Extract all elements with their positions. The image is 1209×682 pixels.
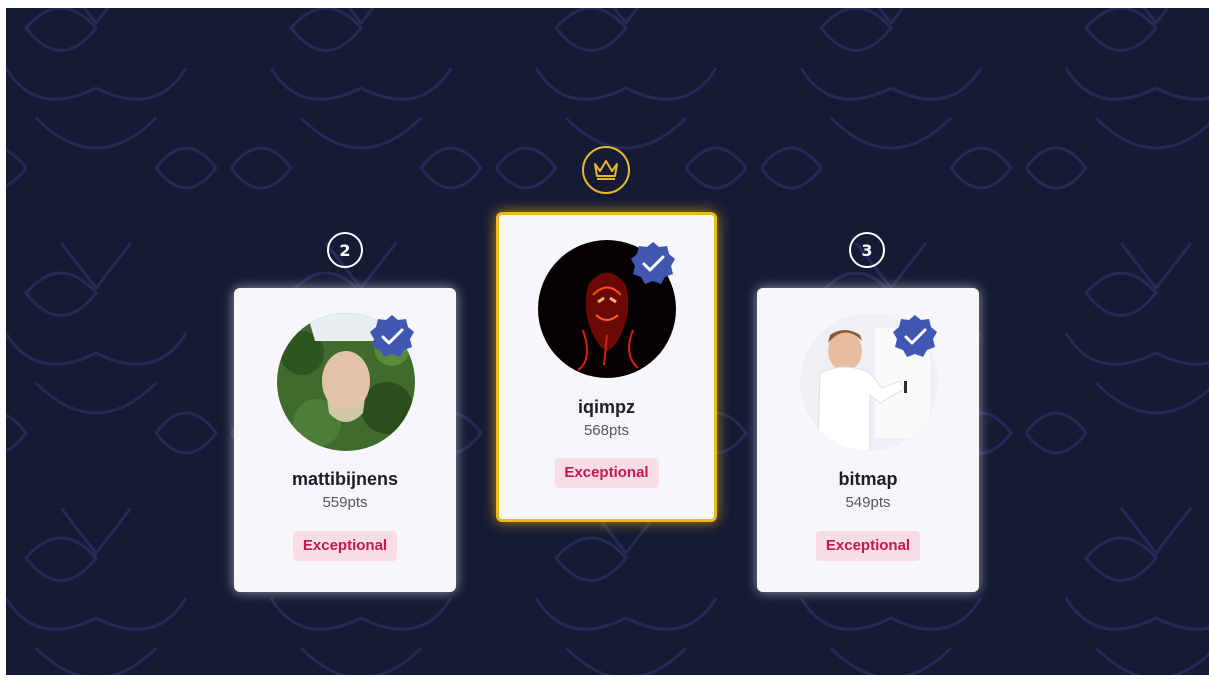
username: iqimpz (578, 397, 635, 417)
performance-tag: Exceptional (815, 531, 921, 561)
points: 559pts (322, 494, 368, 511)
rank-3-badge: 3 (849, 232, 885, 268)
rank-number: 3 (861, 240, 873, 260)
podium-stage: 2 3 mattibijnens 559pts Exceptional iqim… (6, 8, 1209, 675)
verified-badge-icon (370, 315, 414, 357)
first-place-crown-badge (582, 146, 630, 194)
verified-badge-icon (631, 242, 675, 284)
username: bitmap (838, 469, 898, 489)
third-place-card[interactable]: bitmap 549pts Exceptional (757, 288, 979, 592)
second-place-card[interactable]: mattibijnens 559pts Exceptional (234, 288, 456, 592)
crown-icon (594, 160, 618, 180)
rank-number: 2 (339, 240, 351, 260)
performance-tag: Exceptional (554, 458, 659, 488)
points: 549pts (845, 494, 891, 511)
rank-2-badge: 2 (327, 232, 363, 268)
points: 568pts (583, 422, 630, 439)
first-place-card[interactable]: iqimpz 568pts Exceptional (496, 212, 717, 522)
username: mattibijnens (291, 469, 398, 489)
verified-badge-icon (893, 315, 937, 357)
performance-tag: Exceptional (292, 531, 398, 561)
